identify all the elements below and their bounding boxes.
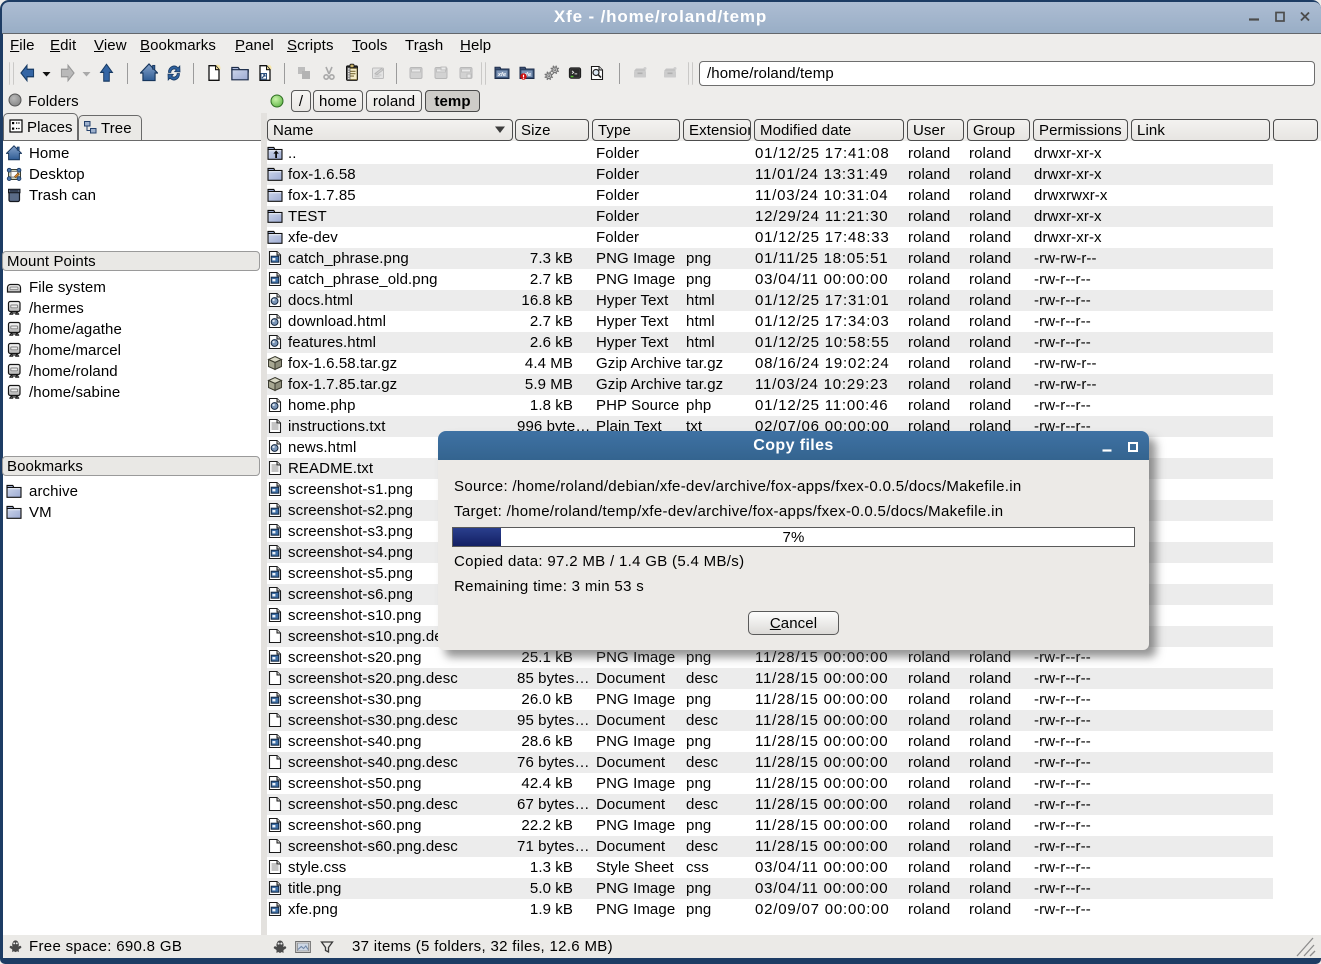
svg-text:xfe: xfe <box>497 72 506 78</box>
